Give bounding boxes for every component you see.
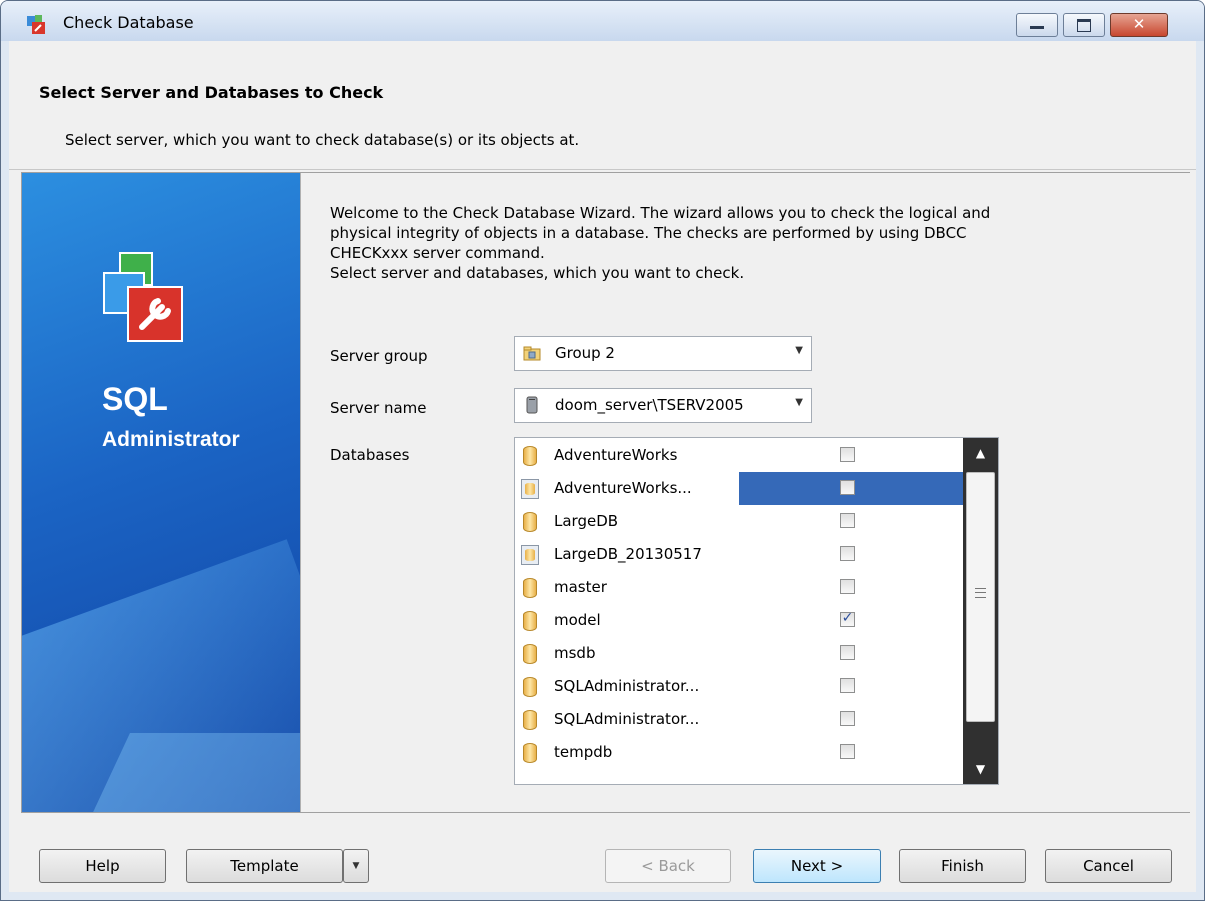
wizard-form-pane: Welcome to the Check Database Wizard. Th…	[300, 173, 1190, 812]
database-icon	[523, 611, 537, 631]
banner-product-sql: SQL	[102, 381, 168, 417]
server-icon	[526, 396, 538, 414]
wizard-footer: Help Template ▼ < Back Next > Finish Can…	[9, 819, 1196, 892]
database-checkbox[interactable]	[840, 480, 855, 495]
product-banner: SQL Administrator	[22, 173, 300, 812]
chevron-down-icon[interactable]: ▼	[795, 397, 803, 408]
page-title: Select Server and Databases to Check	[39, 83, 384, 102]
app-icon	[27, 15, 45, 34]
sql-administrator-logo-icon	[103, 252, 183, 342]
maximize-icon	[1077, 19, 1091, 32]
wizard-header: Select Server and Databases to Check Sel…	[9, 41, 1196, 170]
database-row[interactable]: AdventureWorks...	[515, 472, 963, 505]
database-name: model	[554, 611, 601, 629]
database-row[interactable]: LargeDB	[515, 505, 963, 538]
database-row[interactable]: master	[515, 571, 963, 604]
database-icon	[523, 578, 537, 598]
server-name-select[interactable]: doom_server\TSERV2005 ▼	[514, 388, 812, 423]
finish-button[interactable]: Finish	[899, 849, 1026, 883]
template-button[interactable]: Template	[186, 849, 343, 883]
template-dropdown-button[interactable]: ▼	[343, 849, 369, 883]
database-checkbox[interactable]	[840, 645, 855, 660]
database-name: AdventureWorks...	[554, 479, 692, 497]
database-checkbox[interactable]	[840, 447, 855, 462]
database-row[interactable]: model ✓	[515, 604, 963, 637]
database-icon	[523, 644, 537, 664]
database-name: AdventureWorks	[554, 446, 678, 464]
database-checkbox[interactable]	[840, 711, 855, 726]
title-bar: Check Database ✕	[1, 1, 1204, 41]
wizard-client: Select Server and Databases to Check Sel…	[9, 41, 1196, 892]
minimize-icon	[1030, 26, 1044, 29]
chevron-down-icon[interactable]: ▼	[795, 345, 803, 356]
database-name: master	[554, 578, 607, 596]
scroll-thumb[interactable]	[966, 472, 995, 722]
banner-product-administrator: Administrator	[102, 428, 240, 451]
close-button[interactable]: ✕	[1110, 13, 1168, 37]
maximize-button[interactable]	[1063, 13, 1105, 37]
database-icon	[523, 512, 537, 532]
databases-scrollbar[interactable]: ▲ ▼	[963, 438, 998, 784]
next-button[interactable]: Next >	[753, 849, 881, 883]
database-row[interactable]: msdb	[515, 637, 963, 670]
database-icon	[523, 743, 537, 763]
scroll-up-icon[interactable]: ▲	[963, 438, 998, 468]
server-name-label: Server name	[330, 399, 427, 417]
server-group-label: Server group	[330, 347, 428, 365]
welcome-text: Welcome to the Check Database Wizard. Th…	[330, 204, 991, 282]
database-icon	[523, 446, 537, 466]
database-name: SQLAdministrator...	[554, 710, 700, 728]
database-checkbox[interactable]: ✓	[840, 610, 855, 627]
database-icon	[521, 479, 539, 499]
database-icon	[523, 677, 537, 697]
database-name: msdb	[554, 644, 596, 662]
databases-label: Databases	[330, 446, 410, 464]
database-checkbox[interactable]	[840, 546, 855, 561]
checkmark-icon: ✓	[841, 610, 854, 626]
page-subtitle: Select server, which you want to check d…	[65, 131, 580, 149]
cancel-button[interactable]: Cancel	[1045, 849, 1172, 883]
wizard-content: SQL Administrator Welcome to the Check D…	[21, 172, 1190, 813]
database-checkbox[interactable]	[840, 678, 855, 693]
database-name: LargeDB_20130517	[554, 545, 702, 563]
server-group-value: Group 2	[555, 344, 615, 362]
database-checkbox[interactable]	[840, 513, 855, 528]
check-database-window: Check Database ✕ Select Server and Datab…	[0, 0, 1205, 901]
database-row[interactable]: AdventureWorks	[515, 439, 963, 472]
close-icon: ✕	[1132, 15, 1146, 33]
server-group-select[interactable]: Group 2 ▼	[514, 336, 812, 371]
minimize-button[interactable]	[1016, 13, 1058, 37]
window-title: Check Database	[63, 13, 194, 32]
back-button[interactable]: < Back	[605, 849, 731, 883]
scroll-down-icon[interactable]: ▼	[963, 754, 998, 784]
database-name: LargeDB	[554, 512, 619, 530]
help-button[interactable]: Help	[39, 849, 166, 883]
database-name: tempdb	[554, 743, 613, 761]
database-icon	[523, 710, 537, 730]
server-name-value: doom_server\TSERV2005	[555, 396, 744, 414]
database-row[interactable]: tempdb	[515, 736, 963, 769]
database-row[interactable]: LargeDB_20130517	[515, 538, 963, 571]
database-checkbox[interactable]	[840, 579, 855, 594]
chevron-down-icon: ▼	[352, 861, 360, 871]
database-row[interactable]: SQLAdministrator...	[515, 703, 963, 736]
database-icon	[521, 545, 539, 565]
folder-group-icon	[523, 346, 541, 361]
grip-icon	[975, 588, 986, 598]
database-row[interactable]: SQLAdministrator...	[515, 670, 963, 703]
database-name: SQLAdministrator...	[554, 677, 700, 695]
databases-list[interactable]: AdventureWorks AdventureWorks... LargeDB La…	[514, 437, 999, 785]
database-checkbox[interactable]	[840, 744, 855, 759]
